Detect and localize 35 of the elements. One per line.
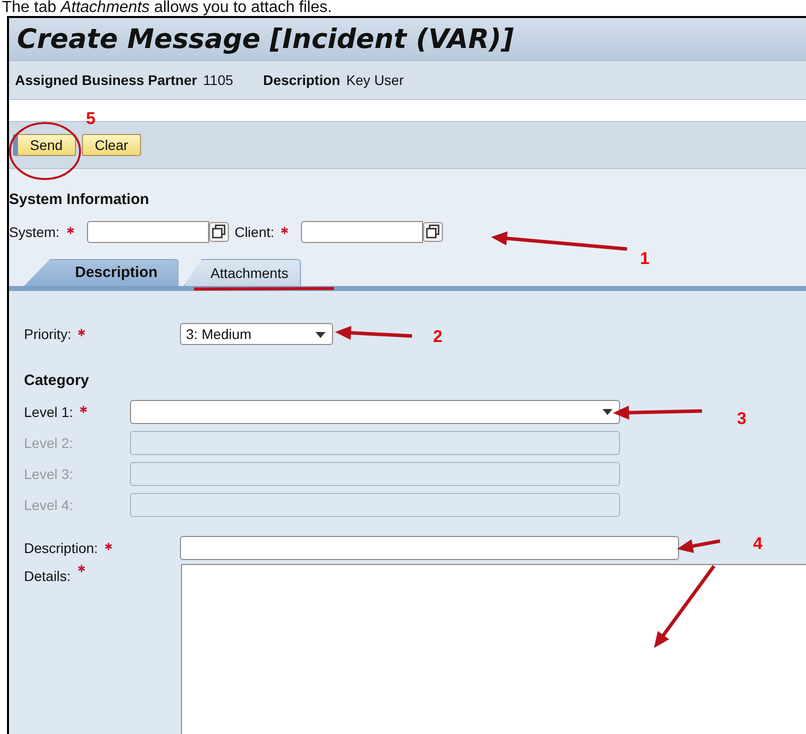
field-label: Description	[263, 72, 340, 88]
field-label: Details:	[24, 568, 71, 584]
step-number: 4	[753, 535, 762, 553]
step-number: 3	[737, 410, 746, 428]
toolbar-button[interactable]: Send	[13, 134, 76, 156]
field-label: Assigned Business Partner	[15, 72, 198, 88]
field-value: Key User	[346, 72, 404, 88]
tab[interactable]: Attachments	[184, 259, 302, 286]
step-number: 5	[86, 110, 96, 128]
caret-icon	[315, 332, 326, 338]
priority-dropdown[interactable]: 3: Medium	[180, 323, 333, 345]
toolbar-button[interactable]: Clear	[82, 134, 142, 156]
field-label: Client:	[234, 224, 274, 240]
step-number: 2	[433, 328, 442, 346]
field-label: Level 3:	[24, 466, 74, 482]
value-help-icon[interactable]	[423, 222, 444, 242]
value-help-icon[interactable]	[208, 222, 229, 242]
input-field[interactable]	[86, 221, 209, 243]
field-label: Level 2:	[24, 434, 74, 450]
caption-text: The tab Attachments allows you to attach files.	[1, 0, 333, 16]
field-label: System:	[9, 224, 60, 240]
input-field[interactable]	[301, 221, 424, 243]
tab[interactable]: Description	[24, 259, 179, 286]
section-title: System Information	[9, 191, 150, 210]
section-title: Category	[24, 372, 90, 391]
field-label: Level 1:	[24, 404, 74, 420]
field-label: Description:	[24, 540, 98, 556]
step-number: 1	[640, 250, 650, 268]
field-label: Level 4:	[24, 496, 74, 512]
window-title: Create Message [Incident (VAR)]	[17, 24, 514, 54]
description-input[interactable]	[180, 536, 679, 560]
category-dropdown[interactable]	[130, 400, 620, 424]
field-label: Priority:	[24, 326, 72, 342]
caret-icon	[602, 408, 613, 414]
field-value: 1105	[203, 72, 234, 88]
